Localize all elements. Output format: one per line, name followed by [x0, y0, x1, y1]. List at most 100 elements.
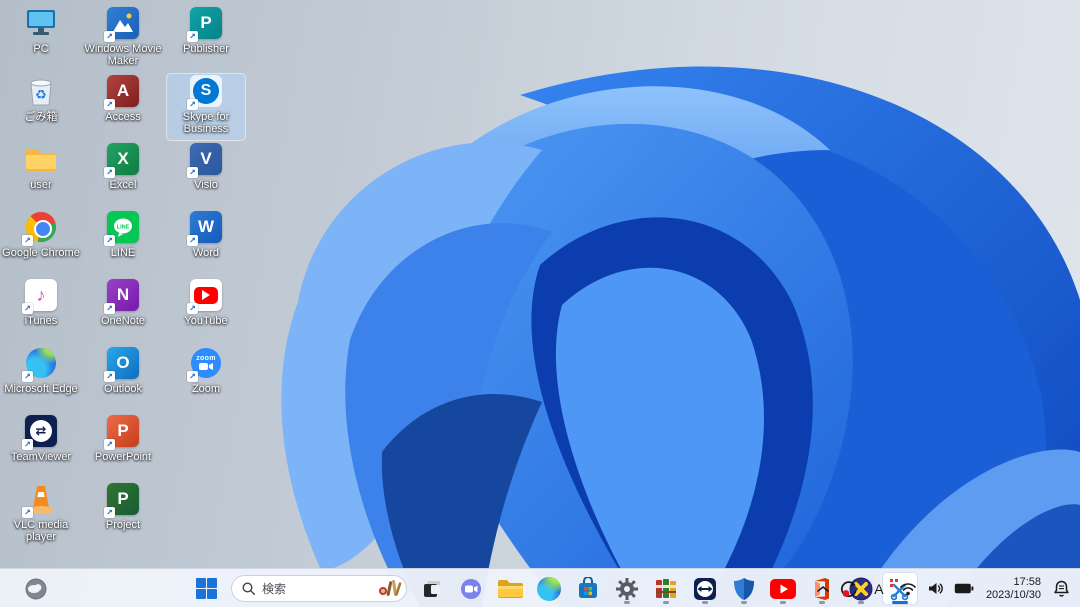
ime-mode-button[interactable]: A: [865, 574, 893, 604]
ime-mode-label: A: [874, 580, 884, 597]
folder-icon: [24, 142, 58, 176]
notification-center-button[interactable]: [1049, 574, 1074, 604]
desktop-icon-label: Windows Movie Maker: [84, 43, 162, 67]
speaker-icon: [928, 583, 943, 594]
tray-time: 17:58: [1013, 575, 1041, 588]
running-indicator: [780, 601, 786, 604]
windows-11-desktop: { "wallpaper": { "style": "windows-11-bl…: [0, 0, 1080, 607]
chat-teams-button[interactable]: [453, 572, 489, 605]
desktop-icon-teamviewer[interactable]: ⇄ ↗ TeamViewer: [2, 414, 80, 480]
shortcut-arrow-icon: ↗: [187, 235, 198, 246]
chrome-icon: ↗: [22, 210, 58, 246]
running-indicator: [702, 601, 708, 604]
notification-bell-icon: [1054, 580, 1069, 597]
recycle-bin-icon: ♻: [24, 74, 58, 108]
taskbar: 検索 A 17:58 2023/10/30: [0, 568, 1080, 607]
desktop-icon-label: VLC media player: [13, 519, 69, 543]
movie-maker-icon: ↗: [104, 6, 140, 42]
settings-button[interactable]: [609, 572, 645, 605]
youtube-taskbar-button[interactable]: [765, 572, 801, 605]
desktop-icon-access[interactable]: A ↗ Access: [84, 74, 162, 140]
edge-icon: [537, 576, 561, 601]
desktop-icon-publisher[interactable]: P ↗ Publisher: [167, 6, 245, 72]
desktop-icon-label: Excel: [109, 179, 137, 191]
onenote-icon: N ↗: [104, 278, 140, 314]
publisher-icon: P ↗: [187, 6, 223, 42]
desktop-icon-outlook[interactable]: O ↗ Outlook: [84, 346, 162, 412]
desktop-icon-project[interactable]: P ↗ Project: [84, 482, 162, 548]
edge-taskbar-button[interactable]: [531, 572, 567, 605]
security-shield-icon: [734, 577, 754, 600]
teamviewer-icon: [694, 577, 716, 600]
desktop-icon-itunes[interactable]: ♪ ↗ iTunes: [2, 278, 80, 344]
desktop-icon-zoom[interactable]: zoom ↗ Zoom: [167, 346, 245, 412]
desktop-icon-vlc[interactable]: ↗ VLC media player: [2, 482, 80, 548]
volume-button[interactable]: [923, 574, 948, 604]
desktop-icon-skype-for-business[interactable]: S ↗ Skype for Business: [166, 73, 246, 141]
shortcut-arrow-icon: ↗: [104, 507, 115, 518]
desktop-icon-label: ごみ箱: [24, 111, 58, 123]
powerpoint-icon: P ↗: [104, 414, 140, 450]
shortcut-arrow-icon: ↗: [104, 99, 115, 110]
shortcut-arrow-icon: ↗: [22, 371, 33, 382]
vlc-cone-icon: ↗: [22, 482, 58, 518]
desktop-icon-label: TeamViewer: [10, 451, 72, 463]
desktop-icon-powerpoint[interactable]: P ↗ PowerPoint: [84, 414, 162, 480]
desktop-icon-label: iTunes: [24, 315, 58, 327]
sync-arrow-red-dot-icon: [840, 580, 857, 597]
desktop-icon-pc[interactable]: PC: [2, 6, 80, 72]
desktop-icon-label: Visio: [194, 179, 218, 191]
pc-icon: [24, 6, 58, 40]
teamviewer-icon: ⇄ ↗: [22, 414, 58, 450]
microsoft-store-icon: [579, 576, 597, 598]
desktop-icon-label: user: [30, 179, 52, 191]
desktop-icon-label: LINE: [110, 247, 136, 259]
word-icon: W ↗: [187, 210, 223, 246]
clock-tray-button[interactable]: 17:58 2023/10/30: [980, 574, 1047, 604]
windows-logo-icon: [195, 578, 217, 599]
shortcut-arrow-icon: ↗: [104, 439, 115, 450]
windows-security-button[interactable]: [726, 572, 762, 605]
battery-button[interactable]: [950, 574, 978, 604]
shortcut-arrow-icon: ↗: [22, 507, 33, 518]
desktop-icon-label: Word: [192, 247, 220, 259]
widgets-weather-icon[interactable]: [16, 573, 56, 604]
desktop-icon-google-chrome[interactable]: ↗ Google Chrome: [2, 210, 80, 276]
shortcut-arrow-icon: ↗: [104, 167, 115, 178]
wifi-icon: [900, 582, 916, 595]
desktop-icon-recycle-bin[interactable]: ♻ ごみ箱: [2, 74, 80, 140]
visio-icon: V ↗: [187, 142, 223, 178]
desktop-icon-word[interactable]: W ↗ Word: [167, 210, 245, 276]
running-indicator: [624, 601, 630, 604]
shortcut-arrow-icon: ↗: [22, 439, 33, 450]
desktop-icon-movie-maker[interactable]: ↗ Windows Movie Maker: [84, 6, 162, 72]
skype-for-business-icon: S ↗: [187, 74, 223, 110]
search-box[interactable]: 検索: [231, 575, 407, 602]
desktop-icon-youtube[interactable]: ↗ YouTube: [167, 278, 245, 344]
shortcut-arrow-icon: ↗: [104, 235, 115, 246]
sync-record-tray-button[interactable]: [835, 574, 863, 604]
desktop-icon-line[interactable]: LINE ↗ LINE: [84, 210, 162, 276]
desktop-icon-visio[interactable]: V ↗ Visio: [167, 142, 245, 208]
desktop-icon-label: Skype for Business: [182, 111, 230, 135]
svg-text:♻: ♻: [35, 87, 47, 102]
desktop-icon-onenote[interactable]: N ↗ OneNote: [84, 278, 162, 344]
shortcut-arrow-icon: ↗: [104, 31, 115, 42]
network-wifi-button[interactable]: [895, 574, 921, 604]
desktop-icon-label: Zoom: [191, 383, 221, 395]
teamviewer-taskbar-button[interactable]: [687, 572, 723, 605]
tray-date: 2023/10/30: [985, 588, 1041, 601]
desktop-icon-microsoft-edge[interactable]: ↗ Microsoft Edge: [2, 346, 80, 412]
desktop-icon-excel[interactable]: X ↗ Excel: [84, 142, 162, 208]
winrar-button[interactable]: [648, 572, 684, 605]
desktop-icon-user-folder[interactable]: user: [2, 142, 80, 208]
edge-icon: ↗: [22, 346, 58, 382]
shortcut-arrow-icon: ↗: [187, 99, 198, 110]
task-view-button[interactable]: [414, 572, 450, 605]
microsoft-store-button[interactable]: [570, 572, 606, 605]
hidden-icons-chevron[interactable]: [813, 574, 833, 604]
start-button[interactable]: [188, 572, 224, 605]
chevron-up-icon: [817, 585, 829, 592]
desktop-icon-label: Publisher: [183, 43, 229, 55]
file-explorer-button[interactable]: [492, 572, 528, 605]
